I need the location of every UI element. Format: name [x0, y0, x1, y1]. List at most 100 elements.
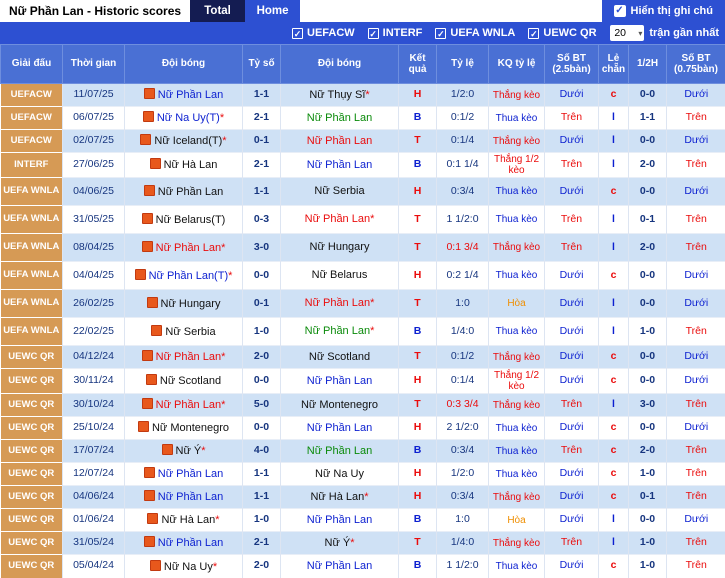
tab-home[interactable]: Home [245, 0, 300, 22]
away-team-name[interactable]: Nữ Na Uy [315, 468, 364, 480]
match-row[interactable]: UEFA WNLA 26/02/25 Nữ Hungary 0-1 Nữ Phầ… [1, 290, 725, 318]
home-team[interactable]: Nữ Phần Lan [125, 463, 243, 486]
home-team-name[interactable]: Nữ Serbia [165, 326, 215, 338]
away-team-name[interactable]: Nữ Phần Lan [307, 560, 372, 572]
checkbox-checked-icon[interactable]: ✓ [368, 28, 379, 39]
away-team[interactable]: Nữ Phần Lan [281, 130, 399, 153]
recent-count-select[interactable]: 20 ▾ [610, 25, 644, 41]
home-team[interactable]: Nữ Phần Lan [125, 486, 243, 509]
home-team[interactable]: Nữ Hà Lan* [125, 509, 243, 532]
away-team-name[interactable]: Nữ Phần Lan [307, 422, 372, 434]
match-row[interactable]: UEFA WNLA 31/05/25 Nữ Belarus(T) 0-3 Nữ … [1, 206, 725, 234]
away-team-name[interactable]: Nữ Phần Lan* [305, 297, 375, 309]
away-team[interactable]: Nữ Hungary [281, 234, 399, 262]
home-team-name[interactable]: Nữ Belarus(T) [156, 214, 226, 226]
away-team[interactable]: Nữ Phần Lan* [281, 318, 399, 346]
away-team-name[interactable]: Nữ Montenegro [301, 399, 378, 411]
match-row[interactable]: INTERF 27/06/25 Nữ Hà Lan 2-1 Nữ Phần La… [1, 153, 725, 178]
match-row[interactable]: UEWC QR 04/06/24 Nữ Phần Lan 1-1 Nữ Hà L… [1, 486, 725, 509]
home-team-name[interactable]: Nữ Ý* [176, 445, 206, 457]
competition-filter[interactable]: ✓ UEFACW [292, 27, 355, 39]
match-row[interactable]: UEWC QR 05/04/24 Nữ Na Uy* 2-0 Nữ Phần L… [1, 555, 725, 578]
away-team-name[interactable]: Nữ Belarus [312, 269, 368, 281]
match-row[interactable]: UEFA WNLA 04/06/25 Nữ Phần Lan 1-1 Nữ Se… [1, 178, 725, 206]
match-row[interactable]: UEFA WNLA 04/04/25 Nữ Phần Lan(T)* 0-0 N… [1, 262, 725, 290]
away-team[interactable]: Nữ Phần Lan [281, 509, 399, 532]
checkbox-checked-icon[interactable]: ✓ [435, 28, 446, 39]
home-team[interactable]: Nữ Montenegro [125, 417, 243, 440]
away-team-name[interactable]: Nữ Serbia [314, 185, 364, 197]
home-team[interactable]: Nữ Scotland [125, 369, 243, 394]
home-team-name[interactable]: Nữ Phần Lan* [156, 399, 226, 411]
away-team[interactable]: Nữ Scotland [281, 346, 399, 369]
match-row[interactable]: UEFACW 06/07/25 Nữ Na Uy(T)* 2-1 Nữ Phần… [1, 107, 725, 130]
away-team[interactable]: Nữ Ý* [281, 532, 399, 555]
home-team[interactable]: Nữ Phần Lan [125, 532, 243, 555]
home-team-name[interactable]: Nữ Phần Lan* [156, 242, 226, 254]
away-team-name[interactable]: Nữ Hà Lan* [310, 491, 368, 503]
away-team[interactable]: Nữ Phần Lan [281, 153, 399, 178]
home-team-name[interactable]: Nữ Phần Lan [158, 89, 223, 101]
home-team-name[interactable]: Nữ Phần Lan [158, 537, 223, 549]
away-team-name[interactable]: Nữ Phần Lan [307, 159, 372, 171]
checkbox-checked-icon[interactable]: ✓ [614, 5, 626, 17]
away-team[interactable]: Nữ Phần Lan [281, 369, 399, 394]
home-team-name[interactable]: Nữ Scotland [160, 375, 221, 387]
tab-total[interactable]: Total [190, 0, 245, 22]
match-row[interactable]: UEWC QR 30/10/24 Nữ Phần Lan* 5-0 Nữ Mon… [1, 394, 725, 417]
away-team[interactable]: Nữ Montenegro [281, 394, 399, 417]
away-team-name[interactable]: Nữ Hungary [310, 241, 370, 253]
home-team[interactable]: Nữ Hà Lan [125, 153, 243, 178]
competition-filter[interactable]: ✓ UEFA WNLA [435, 27, 515, 39]
home-team[interactable]: Nữ Ý* [125, 440, 243, 463]
competition-filter[interactable]: ✓ INTERF [368, 27, 423, 39]
away-team-name[interactable]: Nữ Phần Lan [307, 514, 372, 526]
checkbox-checked-icon[interactable]: ✓ [528, 28, 539, 39]
home-team-name[interactable]: Nữ Hungary [161, 298, 221, 310]
away-team-name[interactable]: Nữ Phần Lan [307, 375, 372, 387]
match-row[interactable]: UEWC QR 30/11/24 Nữ Scotland 0-0 Nữ Phần… [1, 369, 725, 394]
home-team-name[interactable]: Nữ Montenegro [152, 422, 229, 434]
home-team[interactable]: Nữ Phần Lan* [125, 346, 243, 369]
match-row[interactable]: UEWC QR 31/05/24 Nữ Phần Lan 2-1 Nữ Ý* T… [1, 532, 725, 555]
checkbox-checked-icon[interactable]: ✓ [292, 28, 303, 39]
home-team[interactable]: Nữ Phần Lan(T)* [125, 262, 243, 290]
away-team[interactable]: Nữ Phần Lan* [281, 290, 399, 318]
away-team-name[interactable]: Nữ Scotland [309, 351, 370, 363]
away-team[interactable]: Nữ Na Uy [281, 463, 399, 486]
away-team[interactable]: Nữ Phần Lan [281, 555, 399, 578]
match-row[interactable]: UEWC QR 25/10/24 Nữ Montenegro 0-0 Nữ Ph… [1, 417, 725, 440]
away-team-name[interactable]: Nữ Thụy Sĩ* [309, 89, 369, 101]
home-team-name[interactable]: Nữ Hà Lan [164, 159, 218, 171]
home-team-name[interactable]: Nữ Phần Lan [158, 491, 223, 503]
away-team[interactable]: Nữ Thụy Sĩ* [281, 84, 399, 107]
away-team[interactable]: Nữ Phần Lan [281, 107, 399, 130]
away-team-name[interactable]: Nữ Phần Lan [307, 135, 372, 147]
home-team[interactable]: Nữ Phần Lan* [125, 394, 243, 417]
home-team[interactable]: Nữ Phần Lan* [125, 234, 243, 262]
home-team[interactable]: Nữ Na Uy(T)* [125, 107, 243, 130]
home-team[interactable]: Nữ Hungary [125, 290, 243, 318]
match-row[interactable]: UEFACW 02/07/25 Nữ Iceland(T)* 0-1 Nữ Ph… [1, 130, 725, 153]
home-team[interactable]: Nữ Serbia [125, 318, 243, 346]
match-row[interactable]: UEFACW 11/07/25 Nữ Phần Lan 1-1 Nữ Thụy … [1, 84, 725, 107]
home-team-name[interactable]: Nữ Phần Lan [158, 186, 223, 198]
away-team-name[interactable]: Nữ Phần Lan* [305, 325, 375, 337]
home-team-name[interactable]: Nữ Hà Lan* [161, 514, 219, 526]
home-team[interactable]: Nữ Belarus(T) [125, 206, 243, 234]
home-team[interactable]: Nữ Phần Lan [125, 178, 243, 206]
home-team[interactable]: Nữ Iceland(T)* [125, 130, 243, 153]
home-team[interactable]: Nữ Phần Lan [125, 84, 243, 107]
home-team-name[interactable]: Nữ Phần Lan* [156, 351, 226, 363]
away-team-name[interactable]: Nữ Phần Lan [307, 445, 372, 457]
home-team-name[interactable]: Nữ Phần Lan [158, 468, 223, 480]
away-team[interactable]: Nữ Hà Lan* [281, 486, 399, 509]
away-team-name[interactable]: Nữ Phần Lan [307, 112, 372, 124]
away-team[interactable]: Nữ Serbia [281, 178, 399, 206]
show-notes-toggle[interactable]: ✓ Hiển thị ghi chú [602, 0, 725, 22]
home-team-name[interactable]: Nữ Na Uy(T)* [157, 112, 224, 124]
home-team-name[interactable]: Nữ Phần Lan(T)* [149, 270, 233, 282]
away-team[interactable]: Nữ Belarus [281, 262, 399, 290]
match-row[interactable]: UEWC QR 12/07/24 Nữ Phần Lan 1-1 Nữ Na U… [1, 463, 725, 486]
home-team[interactable]: Nữ Na Uy* [125, 555, 243, 578]
